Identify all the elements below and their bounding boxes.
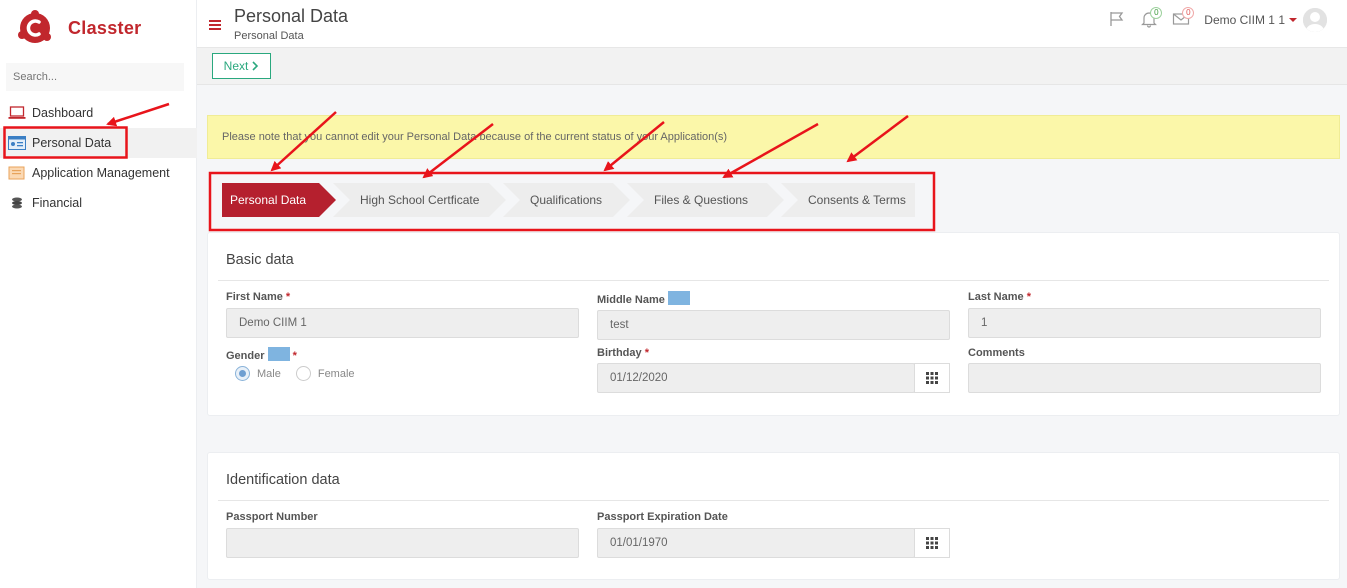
page-title: Personal Data (234, 6, 349, 26)
middle-name-label: Middle Name (597, 291, 690, 306)
sidebar-nav: Dashboard Personal Data Application Mana… (0, 98, 197, 218)
user-name[interactable]: Demo CIIM 1 1 (1204, 13, 1285, 27)
notifications-badge: 0 (1150, 7, 1163, 19)
next-button-label: Next (223, 59, 249, 73)
wizard-steps: Personal Data High School Certficate Qua… (222, 183, 915, 217)
messages-badge: 0 (1182, 7, 1195, 19)
status-alert: Please note that you cannot edit your Pe… (207, 115, 1340, 159)
sidebar-item-label: Dashboard (32, 106, 94, 120)
last-name-field[interactable]: 1 (968, 308, 1321, 338)
sidebar-item-dashboard[interactable]: Dashboard (0, 98, 197, 128)
birthday-label: Birthday * (597, 347, 649, 359)
passport-expiration-field[interactable]: 01/01/1970 (597, 528, 915, 558)
first-name-label: First Name * (226, 291, 291, 303)
sidebar-item-personal-data[interactable]: Personal Data (0, 128, 197, 158)
sidebar-item-application-management[interactable]: Application Management (0, 158, 197, 188)
calendar-button[interactable] (914, 363, 950, 393)
breadcrumb: Personal Data (234, 30, 304, 42)
step-qualifications[interactable]: Qualifications (503, 183, 630, 217)
step-personal-data[interactable]: Personal Data (222, 183, 336, 217)
sidebar-item-label: Financial (32, 196, 83, 210)
sidebar: Classter Dashboard Personal Data Applica… (0, 0, 197, 588)
divider (218, 500, 1329, 501)
step-high-school-certificate[interactable]: High School Certficate (333, 183, 506, 217)
hamburger-menu-icon[interactable] (209, 20, 221, 30)
passport-expiration-label: Passport Expiration Date (597, 511, 728, 523)
info-icon (667, 291, 690, 305)
gender-female-label: Female (317, 367, 355, 380)
gender-male-label: Male (257, 367, 281, 380)
calendar-grid-icon (926, 537, 938, 549)
chevron-down-icon[interactable] (1289, 18, 1297, 22)
sidebar-item-financial[interactable]: Financial (0, 188, 197, 218)
gender-label: Gender * (226, 347, 297, 362)
laptop-icon (8, 105, 26, 121)
avatar[interactable] (1303, 8, 1327, 32)
calendar-grid-icon (926, 372, 938, 384)
flag-icon[interactable] (1108, 10, 1128, 30)
middle-name-field[interactable]: test (597, 310, 950, 340)
basic-data-title: Basic data (226, 252, 294, 268)
action-toolbar: Next (197, 48, 1347, 85)
chevron-right-icon (252, 61, 259, 71)
app-name: Classter (68, 17, 142, 38)
sidebar-search-input[interactable] (6, 63, 184, 91)
basic-data-card: Basic data First Name * Demo CIIM 1 Midd… (207, 232, 1340, 416)
id-card-icon (8, 135, 26, 151)
bell-icon[interactable]: 0 (1140, 7, 1163, 30)
calendar-button[interactable] (914, 528, 950, 558)
coins-icon (8, 195, 26, 211)
sidebar-item-label: Application Management (32, 166, 170, 180)
passport-number-field[interactable] (226, 528, 579, 558)
gender-female-radio[interactable] (295, 366, 311, 381)
identification-data-title: Identification data (226, 472, 340, 488)
identification-data-card: Identification data Passport Number Pass… (207, 452, 1340, 580)
logo[interactable]: Classter (17, 10, 141, 46)
first-name-field[interactable]: Demo CIIM 1 (226, 308, 579, 338)
step-consents-terms[interactable]: Consents & Terms (781, 183, 915, 217)
top-header: Personal Data Personal Data 0 0 Demo CII… (197, 0, 1347, 48)
birthday-field[interactable]: 01/12/2020 (597, 363, 915, 393)
last-name-label: Last Name * (968, 291, 1031, 303)
classter-logo-icon (18, 10, 51, 43)
envelope-icon[interactable]: 0 (1172, 7, 1195, 30)
folder-icon (8, 165, 26, 181)
comments-field[interactable] (968, 363, 1321, 393)
comments-label: Comments (968, 347, 1025, 359)
sidebar-item-label: Personal Data (32, 136, 112, 150)
step-files-questions[interactable]: Files & Questions (627, 183, 784, 217)
passport-number-label: Passport Number (226, 511, 318, 523)
info-icon (267, 347, 290, 361)
divider (218, 280, 1329, 281)
next-button[interactable]: Next (212, 53, 271, 79)
gender-male-radio[interactable] (235, 366, 250, 381)
gender-radio-group: Male Female (235, 366, 355, 381)
header-actions: 0 0 Demo CIIM 1 1 (1108, 7, 1327, 32)
